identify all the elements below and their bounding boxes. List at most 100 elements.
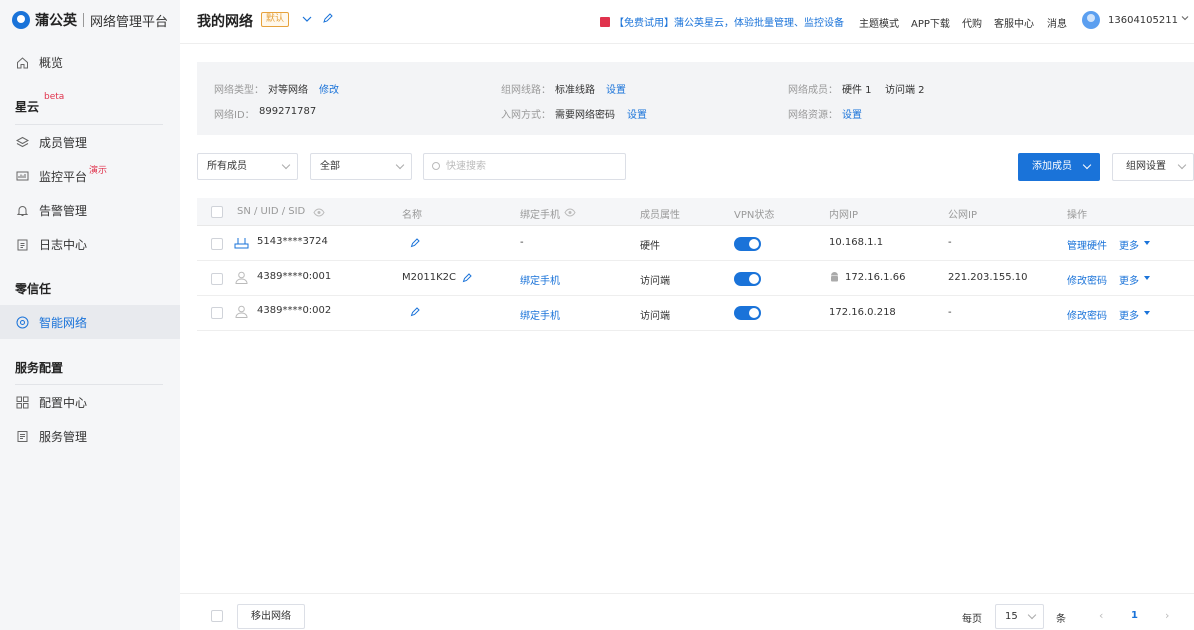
purchase-link[interactable]: 代购: [962, 15, 982, 30]
sidebar-item-service[interactable]: 服务管理: [0, 419, 180, 453]
join-method-settings-link[interactable]: 设置: [627, 106, 647, 121]
column-header: 成员属性: [640, 210, 680, 221]
member-type: 硬件: [640, 241, 660, 252]
network-type-modify-link[interactable]: 修改: [319, 81, 339, 96]
bind-phone-link[interactable]: 绑定手机: [520, 272, 560, 287]
row-checkbox[interactable]: [211, 238, 223, 250]
bind-phone-link[interactable]: 绑定手机: [520, 307, 560, 322]
support-center-link[interactable]: 客服中心: [994, 15, 1034, 30]
edit-icon[interactable]: [410, 306, 421, 320]
vpn-toggle[interactable]: [734, 272, 761, 286]
per-page-label: 每页: [962, 614, 982, 625]
sidebar-item-label: 监控平台: [39, 169, 88, 184]
page-number[interactable]: 1: [1131, 610, 1138, 621]
column-header: 名称: [402, 210, 422, 221]
promo-text: 【免费试用】蒲公英星云，体验批量管理、监控设备: [614, 18, 844, 29]
member-type: 访问端: [640, 311, 670, 322]
table-row[interactable]: 4389****0:001 M2011K2C 绑定手机 访问端 172.16.1…: [197, 261, 1194, 296]
chevron-down-icon: [1177, 160, 1187, 170]
per-page-select[interactable]: 15: [995, 604, 1044, 629]
app-download-link[interactable]: APP下载: [911, 15, 950, 30]
chevron-down-icon[interactable]: [1180, 12, 1190, 26]
vpn-toggle[interactable]: [734, 306, 761, 320]
manage-hardware-link[interactable]: 管理硬件: [1067, 237, 1107, 252]
device-id: 5143****3724: [257, 236, 328, 247]
remove-from-network-button[interactable]: 移出网络: [237, 604, 305, 629]
sidebar-item-members[interactable]: 成员管理: [0, 125, 180, 159]
change-password-link[interactable]: 修改密码: [1067, 272, 1107, 287]
row-checkbox[interactable]: [211, 307, 223, 319]
search-placeholder: 快速搜索: [446, 161, 486, 172]
network-icon: [15, 315, 29, 329]
chevron-down-icon[interactable]: [301, 13, 313, 28]
member-filter-select[interactable]: 所有成员: [197, 153, 298, 180]
sidebar-item-logs[interactable]: 日志中心: [0, 227, 180, 261]
more-menu[interactable]: 更多: [1119, 307, 1139, 322]
network-settings-button[interactable]: 组网设置: [1112, 153, 1194, 181]
sidebar-item-overview[interactable]: 概览: [0, 45, 180, 79]
wan-ip: -: [948, 237, 952, 248]
per-page-value: 15: [1005, 611, 1018, 622]
avatar[interactable]: [1082, 11, 1100, 29]
user-account[interactable]: 13604105211: [1108, 15, 1178, 26]
resources-settings-link[interactable]: 设置: [842, 106, 862, 121]
top-bar: 我的网络 默认 【免费试用】蒲公英星云，体验批量管理、监控设备 主题模式 APP…: [180, 0, 1194, 44]
document-icon: [15, 429, 29, 443]
table-row[interactable]: 4389****0:002 绑定手机 访问端 172.16.0.218 - 修改…: [197, 296, 1194, 331]
table-row[interactable]: 5143****3724 - 硬件 10.168.1.1 - 管理硬件 更多: [197, 226, 1194, 261]
more-menu[interactable]: 更多: [1119, 237, 1139, 252]
chevron-down-icon: [1027, 610, 1037, 620]
edit-icon[interactable]: [410, 237, 421, 251]
next-page-button[interactable]: ›: [1165, 609, 1169, 622]
messages-link[interactable]: 消息: [1047, 15, 1067, 30]
members-hardware-count: 硬件 1: [842, 85, 872, 96]
prev-page-button[interactable]: ‹: [1099, 609, 1103, 622]
user-icon: [235, 271, 248, 287]
logo-icon: [12, 11, 30, 29]
sidebar-item-smart-network[interactable]: 智能网络: [0, 305, 180, 339]
select-all-checkbox[interactable]: [211, 610, 223, 622]
section-title-star: 星云: [15, 100, 40, 114]
change-password-link[interactable]: 修改密码: [1067, 307, 1107, 322]
network-info-panel: 网络类型： 对等网络 修改 网络ID： 899271787 组网线路： 标准线路…: [197, 62, 1194, 135]
more-menu[interactable]: 更多: [1119, 272, 1139, 287]
eye-icon[interactable]: [564, 207, 576, 220]
vpn-toggle[interactable]: [734, 237, 761, 251]
brand-logo[interactable]: 蒲公英 网络管理平台: [12, 10, 168, 30]
row-checkbox[interactable]: [211, 273, 223, 285]
sidebar-item-label: 成员管理: [39, 135, 88, 150]
sidebar-item-alerts[interactable]: 告警管理: [0, 193, 180, 227]
lan-ip: 172.16.1.66: [845, 272, 906, 283]
device-id: 4389****0:001: [257, 271, 332, 282]
caret-down-icon: [1144, 276, 1150, 280]
sidebar-item-label: 服务管理: [39, 429, 88, 444]
wan-ip: 221.203.155.10: [948, 272, 1028, 283]
demo-tag: 演示: [89, 166, 108, 176]
edit-icon[interactable]: [462, 272, 473, 286]
network-id-value: 899271787: [259, 106, 317, 117]
status-filter-value: 全部: [320, 161, 340, 172]
promo-link[interactable]: 【免费试用】蒲公英星云，体验批量管理、监控设备: [600, 14, 844, 29]
brand-divider: [83, 13, 84, 27]
search-input[interactable]: 快速搜索: [423, 153, 626, 180]
default-badge: 默认: [261, 12, 290, 27]
android-icon: [829, 271, 840, 286]
join-method-label: 入网方式：: [501, 110, 551, 121]
column-header: VPN状态: [734, 210, 775, 221]
table-footer: 移出网络 每页 15 条 ‹ 1 ›: [180, 593, 1194, 630]
status-filter-select[interactable]: 全部: [310, 153, 412, 180]
theme-mode-link[interactable]: 主题模式: [859, 15, 899, 30]
bound-phone: -: [520, 237, 524, 248]
add-member-button[interactable]: 添加成员: [1018, 153, 1100, 181]
table-header: SN / UID / SID 名称 绑定手机 成员属性 VPN状态 内网IP 公…: [197, 198, 1194, 226]
select-all-checkbox[interactable]: [211, 206, 223, 218]
route-settings-link[interactable]: 设置: [606, 81, 626, 96]
home-icon: [15, 55, 29, 69]
network-id-label: 网络ID：: [214, 110, 255, 121]
layers-icon: [15, 135, 29, 149]
caret-down-icon: [1144, 241, 1150, 245]
sidebar-item-label: 日志中心: [39, 237, 88, 252]
eye-icon[interactable]: [313, 207, 325, 220]
edit-icon[interactable]: [322, 12, 334, 27]
sidebar-item-config[interactable]: 配置中心: [0, 385, 180, 419]
